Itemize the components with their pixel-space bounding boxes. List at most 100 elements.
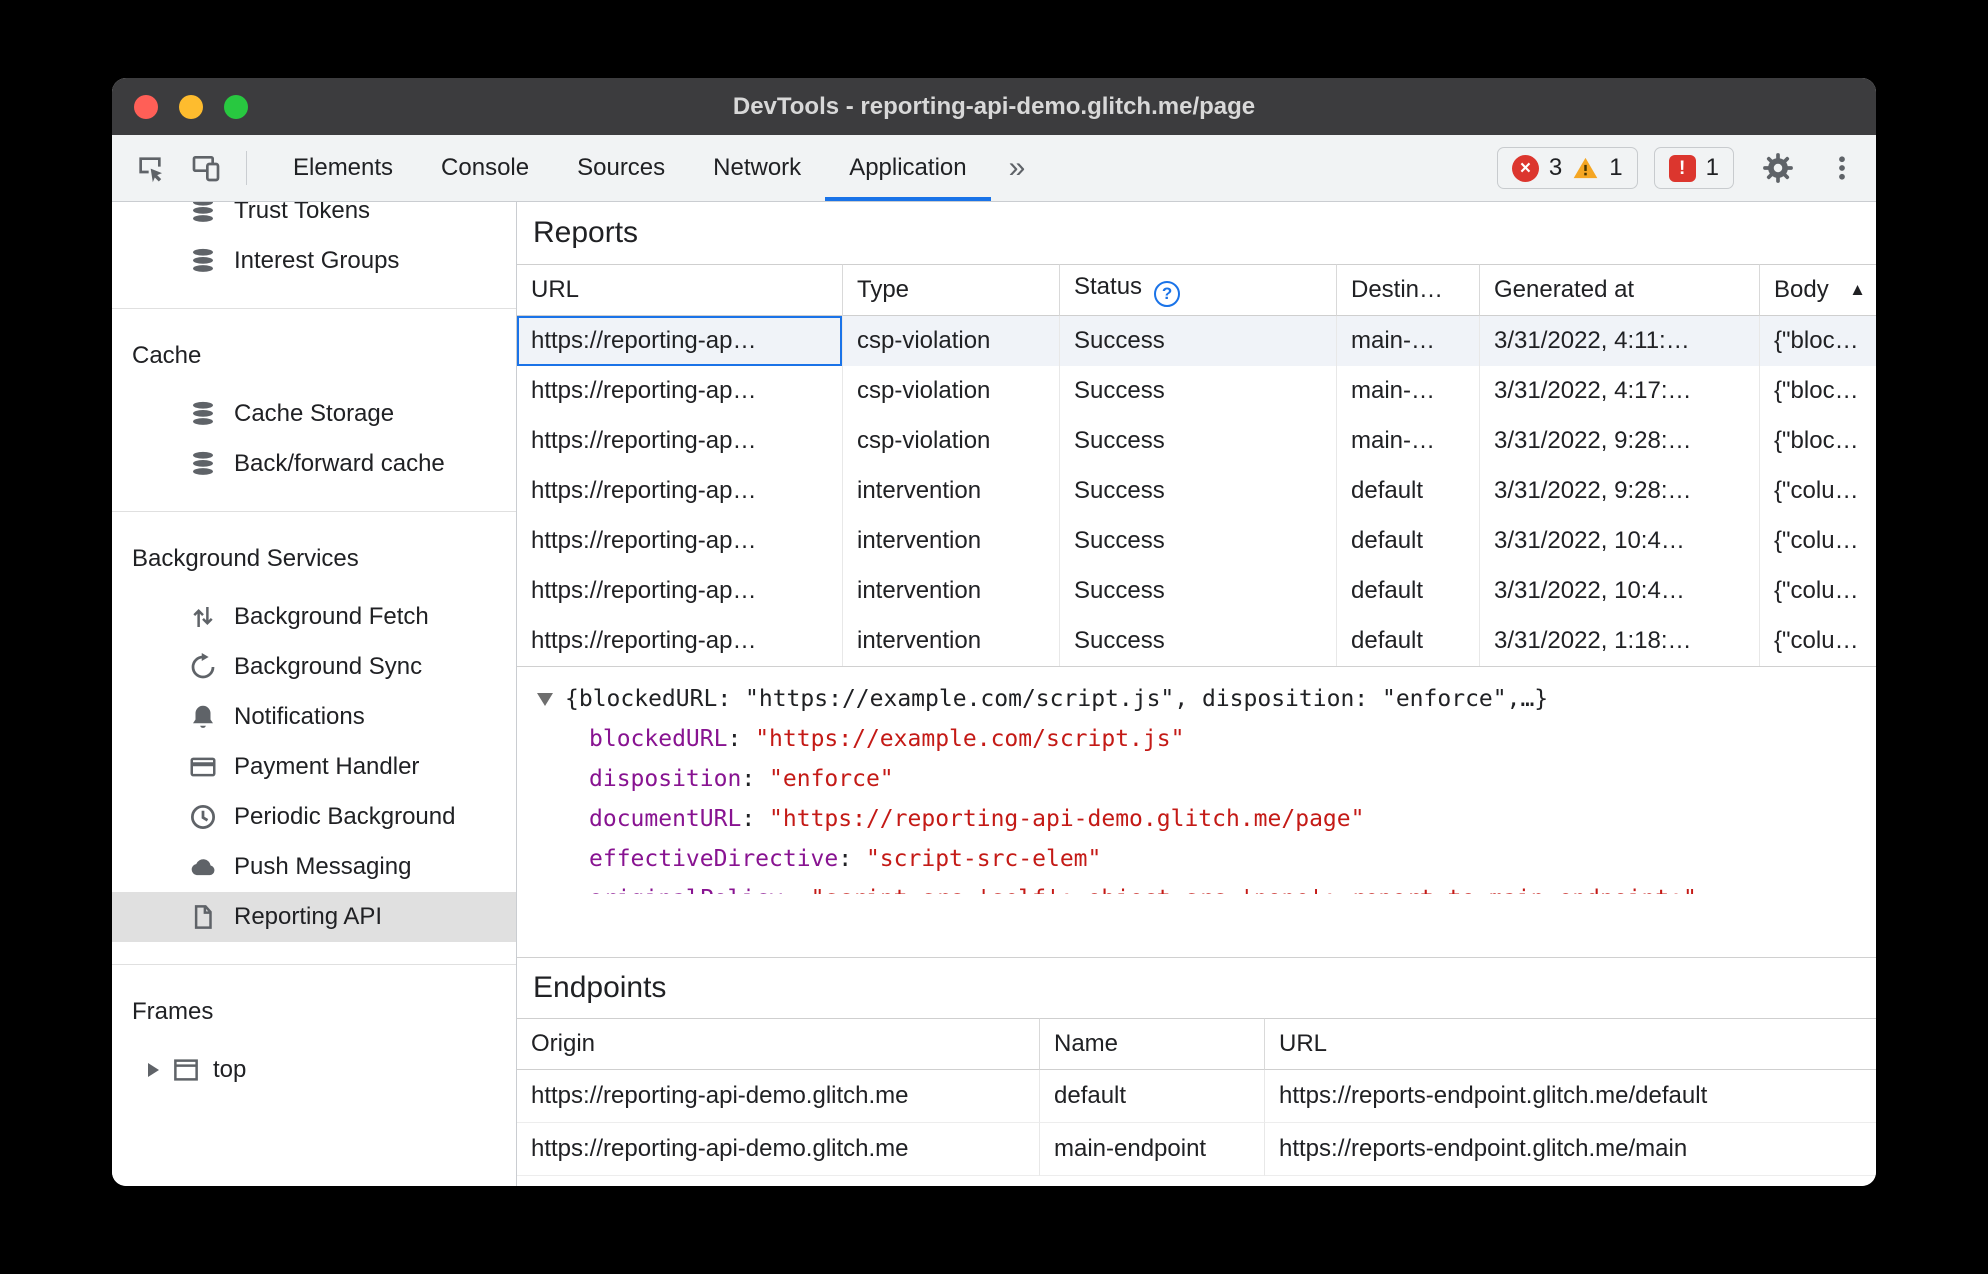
report-cell-status: Success [1060, 316, 1337, 366]
minimize-window-button[interactable] [179, 94, 203, 119]
report-cell-generated: 3/31/2022, 9:28:… [1480, 466, 1760, 516]
endpoint-row: https://reporting-api-demo.glitch.me def… [517, 1070, 1876, 1123]
preview-property: blockedURL: "https://example.com/script.… [589, 726, 1185, 752]
report-cell-url: https://reporting-ap… [517, 416, 843, 466]
sidebar-item-payment-handler[interactable]: Payment Handler [112, 742, 516, 792]
report-cell-url: https://reporting-ap… [517, 616, 843, 666]
issues-count: 1 [1705, 154, 1719, 181]
sidebar-item-label: Periodic Background [234, 803, 456, 830]
report-cell-type: intervention [843, 616, 1060, 666]
report-cell-type: csp-violation [843, 316, 1060, 366]
sidebar-item-trust-tokens[interactable]: Trust Tokens [112, 202, 516, 236]
report-cell-url: https://reporting-ap… [517, 466, 843, 516]
sidebar-item-reporting-api[interactable]: Reporting API [112, 892, 516, 942]
report-cell-destination: default [1337, 616, 1480, 666]
gear-icon [1763, 153, 1793, 183]
sidebar-item-back-forward-cache[interactable]: Back/forward cache [112, 439, 516, 489]
sidebar-scroll-area: Trust Tokens Interest Groups Cache Cache… [112, 202, 516, 1095]
report-cell-status: Success [1060, 366, 1337, 416]
sidebar-item-label: Background Sync [234, 653, 423, 680]
cloud-icon [191, 859, 215, 876]
preview-property: effectiveDirective: "script-src-elem" [589, 846, 1102, 872]
more-options-button[interactable] [1822, 153, 1862, 183]
column-header-status[interactable]: Status? [1060, 264, 1337, 316]
column-header-url[interactable]: URL [517, 264, 843, 316]
frame-icon [174, 1059, 198, 1081]
sidebar-item-cache-storage[interactable]: Cache Storage [112, 389, 516, 439]
clock-icon [191, 805, 215, 829]
endpoints-header-row: Origin Name URL [517, 1018, 1876, 1070]
console-summary-badge[interactable]: × 3 1 [1496, 147, 1638, 189]
report-row[interactable]: https://reporting-ap… intervention Succe… [517, 466, 1876, 516]
more-tabs-button[interactable]: » [991, 135, 1044, 201]
warning-count: 1 [1609, 154, 1623, 181]
endpoint-cell-url: https://reports-endpoint.glitch.me/defau… [1265, 1070, 1876, 1123]
report-row[interactable]: https://reporting-ap… csp-violation Succ… [517, 366, 1876, 416]
bell-icon [193, 705, 213, 728]
column-header-origin[interactable]: Origin [517, 1018, 1040, 1070]
report-cell-destination: main-… [1337, 416, 1480, 466]
database-icon [193, 248, 213, 272]
sidebar-item-periodic-background-sync[interactable]: Periodic Background [112, 792, 516, 842]
endpoints-table: Origin Name URL https://reporting-api-de… [517, 1018, 1876, 1176]
sidebar-item-notifications[interactable]: Notifications [112, 692, 516, 742]
sidebar-item-top-frame[interactable]: top [112, 1045, 516, 1095]
column-header-destination[interactable]: Destin… [1337, 264, 1480, 316]
settings-button[interactable] [1750, 151, 1806, 185]
devtools-toolbar: Elements Console Sources Network Applica… [112, 135, 1876, 202]
application-sidebar: Trust Tokens Interest Groups Cache Cache… [112, 202, 517, 1186]
report-row[interactable]: https://reporting-ap… csp-violation Succ… [517, 316, 1876, 366]
report-cell-url: https://reporting-ap… [517, 516, 843, 566]
column-header-body[interactable]: Body ▲ [1760, 264, 1876, 316]
sidebar-item-label: Cache Storage [234, 400, 395, 427]
sidebar-item-label: Payment Handler [234, 753, 420, 780]
sidebar-item-push-messaging[interactable]: Push Messaging [112, 842, 516, 892]
inspect-cursor-icon [139, 157, 162, 183]
tab-network[interactable]: Network [689, 135, 825, 201]
collapse-triangle-icon[interactable] [537, 692, 553, 706]
document-icon [194, 905, 212, 929]
devtools-body: Trust Tokens Interest Groups Cache Cache… [112, 202, 1876, 1186]
report-body-preview: {blockedURL: "https://example.com/script… [517, 666, 1876, 958]
report-cell-generated: 3/31/2022, 10:4… [1480, 516, 1760, 566]
sidebar-item-background-fetch[interactable]: Background Fetch [112, 592, 516, 642]
sidebar-item-label: top [213, 1056, 247, 1083]
error-count: 3 [1548, 154, 1563, 181]
inspect-element-button[interactable] [122, 135, 178, 201]
report-cell-destination: default [1337, 566, 1480, 616]
tab-sources[interactable]: Sources [553, 135, 689, 201]
sidebar-item-interest-groups[interactable]: Interest Groups [112, 236, 516, 286]
column-header-name[interactable]: Name [1040, 1018, 1265, 1070]
report-cell-destination: main-… [1337, 316, 1480, 366]
report-cell-generated: 3/31/2022, 9:28:… [1480, 416, 1760, 466]
issues-badge[interactable]: ! 1 [1653, 147, 1734, 189]
endpoint-row: https://reporting-api-demo.glitch.me mai… [517, 1123, 1876, 1176]
report-cell-body: {"colu… [1774, 627, 1859, 654]
report-cell-body: {"colu… [1774, 477, 1859, 504]
tab-console[interactable]: Console [417, 135, 553, 201]
endpoints-section-title: Endpoints [533, 971, 667, 1004]
expand-arrow-icon[interactable] [148, 1063, 159, 1077]
panel-tabs: Elements Console Sources Network Applica… [269, 135, 1043, 201]
preview-property: disposition: "enforce" [589, 766, 894, 792]
status-help-icon[interactable]: ? [1154, 281, 1181, 307]
report-cell-status: Success [1060, 566, 1337, 616]
report-cell-url: https://reporting-ap… [517, 366, 843, 416]
device-toolbar-button[interactable] [178, 135, 234, 201]
preview-property: documentURL: "https://reporting-api-demo… [589, 806, 1365, 832]
report-row[interactable]: https://reporting-ap… csp-violation Succ… [517, 416, 1876, 466]
sidebar-item-background-sync[interactable]: Background Sync [112, 642, 516, 692]
zoom-window-button[interactable] [224, 94, 248, 119]
report-row[interactable]: https://reporting-ap… intervention Succe… [517, 516, 1876, 566]
column-header-endpoint-url[interactable]: URL [1265, 1018, 1876, 1070]
column-header-generated-at[interactable]: Generated at [1480, 264, 1760, 316]
tab-elements[interactable]: Elements [269, 135, 417, 201]
report-cell-status: Success [1060, 516, 1337, 566]
column-header-type[interactable]: Type [843, 264, 1060, 316]
tab-application[interactable]: Application [825, 135, 992, 201]
report-cell-type: intervention [843, 566, 1060, 616]
report-row[interactable]: https://reporting-ap… intervention Succe… [517, 616, 1876, 666]
report-row[interactable]: https://reporting-ap… intervention Succe… [517, 566, 1876, 616]
sidebar-separator [112, 964, 516, 965]
close-window-button[interactable] [134, 94, 158, 119]
